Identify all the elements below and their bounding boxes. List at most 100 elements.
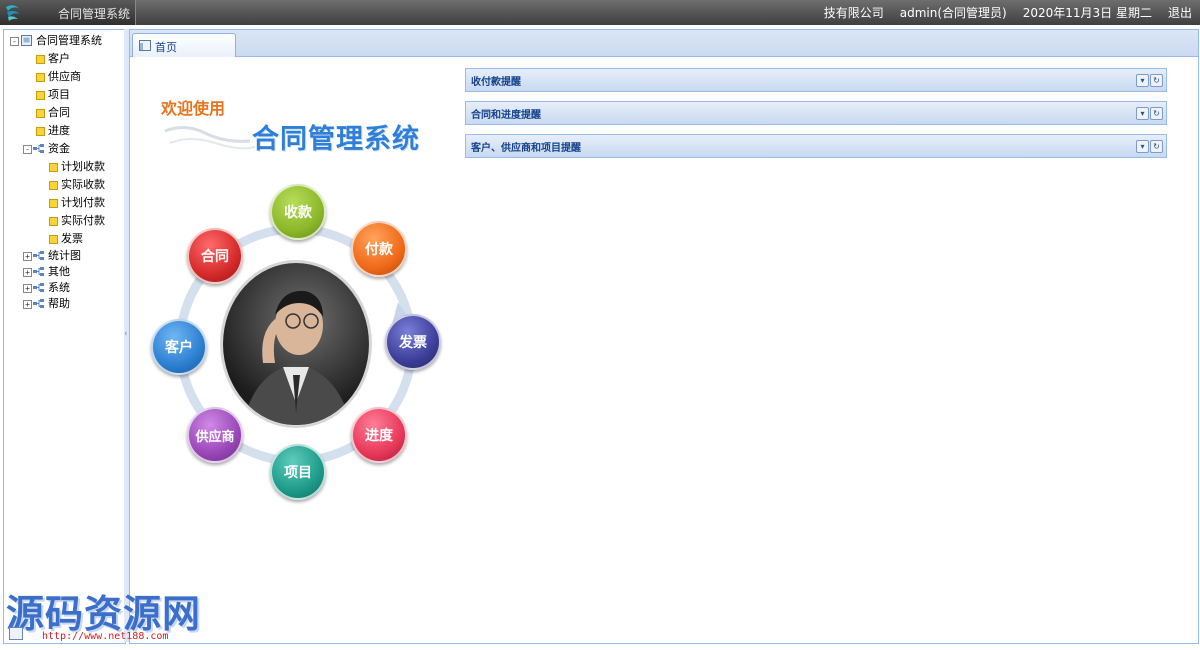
- sidebar-item-actual-payment[interactable]: 实际付款: [4, 212, 125, 230]
- refresh-icon[interactable]: ↻: [1150, 107, 1163, 120]
- feature-diagram: 收款 付款 发票 进度 项目 供应商 客户 合同: [130, 162, 460, 507]
- expand-icon[interactable]: +: [23, 284, 32, 293]
- logout-button[interactable]: 退出: [1168, 4, 1192, 21]
- node-progress[interactable]: 进度: [351, 407, 407, 463]
- node-supplier[interactable]: 供应商: [187, 407, 243, 463]
- tab-strip: 首页: [130, 30, 1198, 57]
- node-label: 发票: [399, 335, 427, 351]
- tab-body: 欢迎使用 合同管理系统 收款 付款 发票 进度 项目 供应商 客户 合同 收付款…: [130, 57, 1198, 643]
- current-date: 2020年11月3日 星期二: [1022, 6, 1152, 20]
- folder-icon: [36, 91, 45, 100]
- folder-icon: [36, 109, 45, 118]
- collapse-icon[interactable]: -: [23, 145, 32, 154]
- watermark-url: http://www.net188.com: [42, 631, 169, 642]
- sidebar-item-label: 客户: [48, 52, 70, 65]
- sidebar-item-supplier[interactable]: 供应商: [4, 68, 125, 86]
- sidebar-item-label: 项目: [48, 88, 70, 101]
- folder-icon: [49, 181, 58, 190]
- sidebar-item-planned-payment[interactable]: 计划付款: [4, 194, 125, 212]
- folder-icon: [49, 217, 58, 226]
- sidebar-item-label: 供应商: [48, 70, 81, 83]
- sidebar-item-invoice[interactable]: 发票: [4, 230, 125, 248]
- refresh-icon[interactable]: ↻: [1150, 74, 1163, 87]
- tab-home[interactable]: 首页: [132, 33, 236, 57]
- sidebar-group-other[interactable]: + 其他: [4, 263, 125, 279]
- app-title: 合同管理系统: [58, 7, 131, 21]
- node-label: 项目: [284, 465, 312, 481]
- group-node-icon: [33, 299, 44, 308]
- sidebar-item-project[interactable]: 项目: [4, 86, 125, 104]
- panel-title: 合同和进度提醒: [471, 110, 541, 121]
- expand-icon[interactable]: +: [23, 300, 32, 309]
- sidebar-group-funds[interactable]: - 资金: [4, 140, 125, 158]
- folder-icon: [49, 163, 58, 172]
- expand-icon[interactable]: +: [23, 268, 32, 277]
- logo-area: 合同管理系统: [0, 0, 136, 25]
- watermark-text: 源码资源网: [6, 592, 202, 636]
- toggle-icon[interactable]: ▾: [1136, 107, 1149, 120]
- main-tab-panel: 首页 欢迎使用 合同管理系统 收款 付款 发票 进度 项目 供应商 客户 合同 …: [129, 29, 1199, 644]
- sidebar-item-contract[interactable]: 合同: [4, 104, 125, 122]
- sidebar: - 合同管理系统 客户 供应商 项目 合同 进度 - 资金 计划收款 实际收款 …: [3, 29, 126, 644]
- node-invoice[interactable]: 发票: [385, 314, 441, 370]
- sidebar-item-label: 帮助: [48, 297, 70, 310]
- folder-icon: [49, 199, 58, 208]
- sidebar-group-help[interactable]: + 帮助: [4, 295, 125, 311]
- person-illustration: [243, 290, 351, 425]
- header-info: 技有限公司 admin(合同管理员) 2020年11月3日 星期二 退出: [824, 0, 1200, 25]
- collapse-arrow-icon[interactable]: ‹: [124, 329, 128, 339]
- company-name: 技有限公司: [823, 6, 884, 20]
- group-node-icon: [33, 251, 44, 260]
- node-label: 合同: [201, 249, 229, 265]
- group-node-icon: [33, 267, 44, 276]
- panel-title: 客户、供应商和项目提醒: [471, 143, 581, 154]
- sidebar-item-customer[interactable]: 客户: [4, 50, 125, 68]
- sidebar-item-label: 计划付款: [61, 196, 105, 209]
- refresh-icon[interactable]: ↻: [1150, 140, 1163, 153]
- sidebar-item-label: 进度: [48, 124, 70, 137]
- panel-payment-reminder[interactable]: 收付款提醒 ▾ ↻: [465, 68, 1167, 92]
- tab-label: 首页: [155, 41, 177, 54]
- folder-icon: [49, 235, 58, 244]
- current-user: admin(合同管理员): [899, 6, 1007, 20]
- logo-icon: [6, 5, 20, 21]
- list-icon[interactable]: [9, 627, 23, 640]
- node-payment[interactable]: 付款: [351, 221, 407, 277]
- welcome-text: 欢迎使用: [161, 99, 226, 118]
- sidebar-item-progress[interactable]: 进度: [4, 122, 125, 140]
- sidebar-item-label: 资金: [48, 142, 70, 155]
- sidebar-item-label: 实际收款: [61, 178, 105, 191]
- folder-icon: [36, 127, 45, 136]
- tree-root-label: 合同管理系统: [36, 34, 102, 47]
- node-label: 客户: [165, 340, 193, 356]
- node-customer[interactable]: 客户: [151, 319, 207, 375]
- node-label: 付款: [365, 242, 393, 258]
- system-icon: [21, 35, 32, 46]
- sidebar-item-planned-receipt[interactable]: 计划收款: [4, 158, 125, 176]
- decorative-swirl: [164, 126, 256, 150]
- node-project[interactable]: 项目: [270, 444, 326, 500]
- nav-tree: - 合同管理系统 客户 供应商 项目 合同 进度 - 资金 计划收款 实际收款 …: [4, 30, 125, 310]
- top-bar: 合同管理系统 技有限公司 admin(合同管理员) 2020年11月3日 星期二…: [0, 0, 1200, 25]
- group-node-icon: [33, 144, 44, 153]
- tree-root[interactable]: - 合同管理系统: [4, 32, 125, 50]
- sidebar-group-system[interactable]: + 系统: [4, 279, 125, 295]
- sidebar-item-actual-receipt[interactable]: 实际收款: [4, 176, 125, 194]
- sidebar-item-label: 发票: [61, 232, 83, 245]
- expand-icon[interactable]: +: [23, 252, 32, 261]
- toggle-icon[interactable]: ▾: [1136, 140, 1149, 153]
- sidebar-item-label: 计划收款: [61, 160, 105, 173]
- sidebar-group-charts[interactable]: + 统计图: [4, 247, 125, 263]
- folder-icon: [36, 55, 45, 64]
- panel-customer-supplier-project-reminder[interactable]: 客户、供应商和项目提醒 ▾ ↻: [465, 134, 1167, 158]
- collapse-icon[interactable]: -: [10, 37, 19, 46]
- node-label: 进度: [365, 428, 393, 444]
- sidebar-item-label: 合同: [48, 106, 70, 119]
- node-label: 收款: [284, 205, 312, 221]
- folder-icon: [36, 73, 45, 82]
- toggle-icon[interactable]: ▾: [1136, 74, 1149, 87]
- businessman-photo: [223, 263, 369, 425]
- node-contract[interactable]: 合同: [187, 228, 243, 284]
- panel-contract-progress-reminder[interactable]: 合同和进度提醒 ▾ ↻: [465, 101, 1167, 125]
- node-receipt[interactable]: 收款: [270, 184, 326, 240]
